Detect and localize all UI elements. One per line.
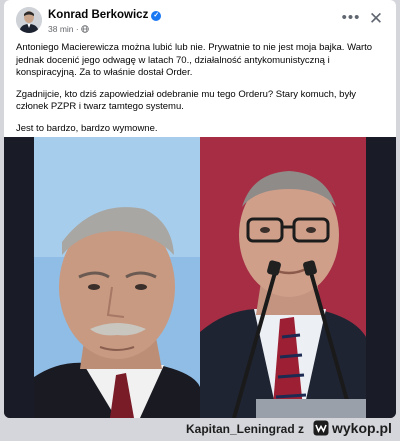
wykop-logo-text: wykop.pl [332, 420, 392, 436]
post-paragraph-2: Zgadnijcie, kto dziś zapowiedział odebra… [16, 88, 357, 113]
repost-footer: Kapitan_Leningrad z wykop.pl [0, 418, 400, 438]
post-meta: 38 min · [48, 24, 89, 34]
facebook-post-card: Konrad Berkowicz ✓ 38 min · ••• ✕ Antonie… [4, 0, 396, 418]
wykop-logo-icon [313, 420, 329, 436]
author-name-text[interactable]: Konrad Berkowicz [48, 9, 148, 21]
username-text[interactable]: Kapitan_Leningrad [186, 422, 295, 436]
globe-icon [81, 25, 89, 33]
post-text: Antoniego Macierewicza można lubić lub n… [16, 42, 384, 144]
post-image[interactable] [4, 137, 396, 418]
post-paragraph-3: Jest to bardzo, bardzo wymowne. [16, 122, 158, 134]
post-paragraph-1: Antoniego Macierewicza można lubić lub n… [16, 42, 373, 78]
close-icon[interactable]: ✕ [365, 8, 387, 30]
author-name[interactable]: Konrad Berkowicz ✓ [48, 9, 162, 21]
meta-separator: · [75, 24, 79, 34]
more-options-icon[interactable]: ••• [340, 8, 362, 30]
verified-badge-icon: ✓ [151, 11, 162, 21]
post-header: Konrad Berkowicz ✓ 38 min · ••• ✕ [4, 0, 396, 40]
username-suffix: z [298, 422, 305, 436]
repost-username[interactable]: Kapitan_Leningrad z [186, 422, 304, 436]
author-avatar[interactable] [16, 7, 42, 33]
post-time[interactable]: 38 min [48, 24, 74, 34]
